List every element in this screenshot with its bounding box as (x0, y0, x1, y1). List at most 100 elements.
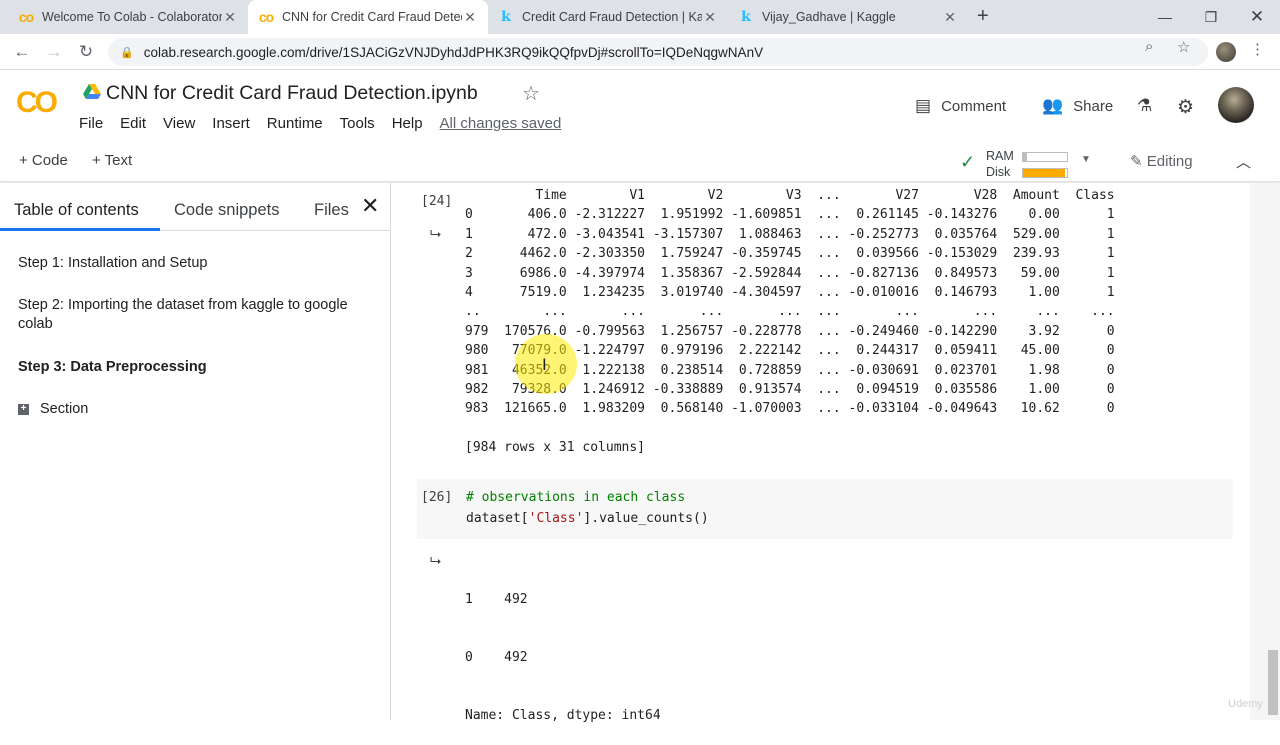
code-string: 'Class' (528, 511, 584, 526)
google-drive-icon (83, 84, 101, 99)
code-cell[interactable] (417, 479, 1233, 539)
code-line[interactable]: dataset['Class'].value_counts() (466, 511, 709, 526)
tab-files[interactable]: Files (314, 201, 349, 220)
toc-item[interactable]: Step 1: Installation and Setup (18, 254, 378, 273)
close-icon[interactable]: ✕ (462, 9, 478, 26)
url-text: colab.research.google.com/drive/1SJACiGz… (143, 44, 764, 60)
user-avatar[interactable] (1218, 87, 1254, 123)
add-section-label[interactable]: Section (40, 400, 88, 419)
restore-icon[interactable]: ❐ (1188, 0, 1234, 34)
address-bar-row: ← → ↻ 🔒 colab.research.google.com/drive/… (0, 34, 1280, 70)
ram-label: RAM (986, 149, 1014, 163)
dataframe-row: 4 7519.0 1.234235 3.019740 -4.304597 ...… (465, 284, 1115, 300)
scrollbar-track[interactable] (1250, 183, 1280, 720)
forward-arrow-icon[interactable]: → (42, 40, 66, 64)
value-counts-output: 1 492 0 492 Name: Class, dtype: int64 (465, 551, 661, 745)
text-cursor-icon: I (542, 355, 547, 374)
output-arrow-icon[interactable]: ⮡ (430, 225, 441, 242)
chevron-down-icon[interactable]: ▼ (1081, 154, 1091, 165)
browser-tab-active[interactable]: co CNN for Credit Card Fraud Detection ✕ (248, 0, 488, 34)
people-icon: 👥 (1042, 96, 1064, 115)
window-close-icon[interactable]: ✕ (1234, 0, 1280, 34)
profile-avatar[interactable] (1216, 42, 1236, 62)
chevron-up-icon[interactable]: ︿ (1236, 151, 1251, 172)
colab-icon: co (18, 9, 34, 25)
colab-logo[interactable]: CO (16, 86, 58, 120)
zoom-icon[interactable]: ⌕ (1145, 38, 1153, 55)
dataframe-output: Time V1 V2 V3 ... V27 V28 Amount Class 0… (465, 186, 1115, 457)
toc-item-active[interactable]: Step 3: Data Preprocessing (18, 358, 378, 377)
notebook-title[interactable]: CNN for Credit Card Fraud Detection.ipyn… (106, 82, 478, 105)
flask-icon[interactable]: ⚗ (1137, 96, 1152, 116)
resource-indicator[interactable]: ✓ RAM Disk (958, 146, 1098, 179)
menu-tools[interactable]: Tools (340, 115, 375, 132)
close-icon[interactable]: ✕ (702, 9, 718, 26)
share-label: Share (1073, 97, 1114, 115)
sidebar-tabs: Table of contents Code snippets Files ✕ (0, 183, 390, 231)
dataframe-row: 983 121665.0 1.983209 0.568140 -1.070003… (465, 401, 1115, 417)
pencil-icon: ✎ (1130, 153, 1143, 170)
gear-icon[interactable]: ⚙ (1177, 96, 1194, 119)
dataframe-summary: [984 rows x 31 columns] (465, 440, 646, 456)
dataframe-ellipsis-row: .. ... ... ... ... ... ... ... ... ... (465, 304, 1115, 320)
minimize-icon[interactable]: — (1142, 0, 1188, 34)
tab-table-of-contents[interactable]: Table of contents (14, 201, 139, 220)
close-icon[interactable]: ✕ (361, 193, 379, 219)
browser-tab[interactable]: k Vijay_Gadhave | Kaggle ✕ (728, 0, 968, 34)
plus-box-icon[interactable]: + (18, 404, 29, 415)
add-code-button[interactable]: + Code (19, 152, 68, 169)
execution-count: [24] (421, 194, 453, 209)
dataframe-row: 1 472.0 -3.043541 -3.157307 1.088463 ...… (465, 226, 1115, 242)
menu-file[interactable]: File (79, 115, 103, 132)
editing-label: Editing (1146, 153, 1193, 170)
comment-button[interactable]: ▤ Comment (915, 96, 1006, 116)
menu-insert[interactable]: Insert (212, 115, 250, 132)
kaggle-icon: k (741, 9, 751, 25)
execution-count: [26] (421, 490, 453, 505)
dataframe-header-row: Time V1 V2 V3 ... V27 V28 Amount Class (465, 188, 1115, 203)
tab-title: Credit Card Fraud Detection | Kaggle (522, 10, 702, 24)
notebook-toolbar: + Code + Text ✓ RAM Disk ▼ ✎ Editing ︿ (0, 142, 1280, 182)
toc-item[interactable]: Step 2: Importing the dataset from kaggl… (18, 296, 378, 334)
url-bar[interactable]: 🔒 colab.research.google.com/drive/1SJACi… (108, 38, 1208, 66)
menu-bar: File Edit View Insert Runtime Tools Help… (79, 115, 578, 132)
share-button[interactable]: 👥 Share (1042, 96, 1113, 116)
dataframe-row: 3 6986.0 -4.397974 1.358367 -2.592844 ..… (465, 265, 1115, 281)
comment-icon: ▤ (915, 96, 932, 115)
browser-tab-strip: co Welcome To Colab - Colaboratory ✕ co … (0, 0, 1280, 34)
add-text-button[interactable]: + Text (92, 152, 132, 169)
new-tab-button[interactable]: + (977, 5, 989, 28)
scrollbar-thumb[interactable] (1268, 650, 1278, 715)
check-icon: ✓ (960, 152, 976, 172)
disk-bar-fill (1023, 169, 1065, 177)
lock-icon: 🔒 (120, 46, 134, 59)
tab-title: Vijay_Gadhave | Kaggle (762, 10, 896, 24)
close-icon[interactable]: ✕ (942, 9, 958, 26)
close-icon[interactable]: ✕ (222, 9, 238, 26)
output-arrow-icon[interactable]: ⮡ (430, 552, 441, 569)
bookmark-star-icon[interactable]: ☆ (1177, 38, 1190, 56)
code-token: ].value_counts() (583, 511, 709, 526)
menu-runtime[interactable]: Runtime (267, 115, 323, 132)
dataframe-row: 2 4462.0 -2.303350 1.759247 -0.359745 ..… (465, 246, 1115, 262)
editing-mode-button[interactable]: ✎ Editing (1130, 152, 1193, 170)
browser-tab[interactable]: co Welcome To Colab - Colaboratory ✕ (8, 0, 248, 34)
reload-icon[interactable]: ↻ (74, 40, 98, 64)
browser-menu-icon[interactable]: ⋮ (1250, 40, 1265, 58)
back-arrow-icon[interactable]: ← (10, 40, 34, 64)
browser-tab[interactable]: k Credit Card Fraud Detection | Kaggle ✕ (488, 0, 728, 34)
output-line: 0 492 (465, 650, 528, 666)
active-tab-indicator (0, 228, 160, 231)
disk-label: Disk (986, 165, 1011, 179)
menu-help[interactable]: Help (392, 115, 423, 132)
star-icon[interactable]: ☆ (522, 81, 540, 106)
ram-bar (1022, 152, 1068, 162)
menu-edit[interactable]: Edit (120, 115, 146, 132)
code-line[interactable]: # observations in each class (466, 490, 685, 505)
tab-title: Welcome To Colab - Colaboratory (42, 10, 222, 24)
save-status[interactable]: All changes saved (440, 115, 562, 132)
menu-view[interactable]: View (163, 115, 195, 132)
tab-code-snippets[interactable]: Code snippets (174, 201, 280, 220)
output-line: 1 492 (465, 591, 528, 607)
watermark: Udemy (1228, 698, 1263, 710)
